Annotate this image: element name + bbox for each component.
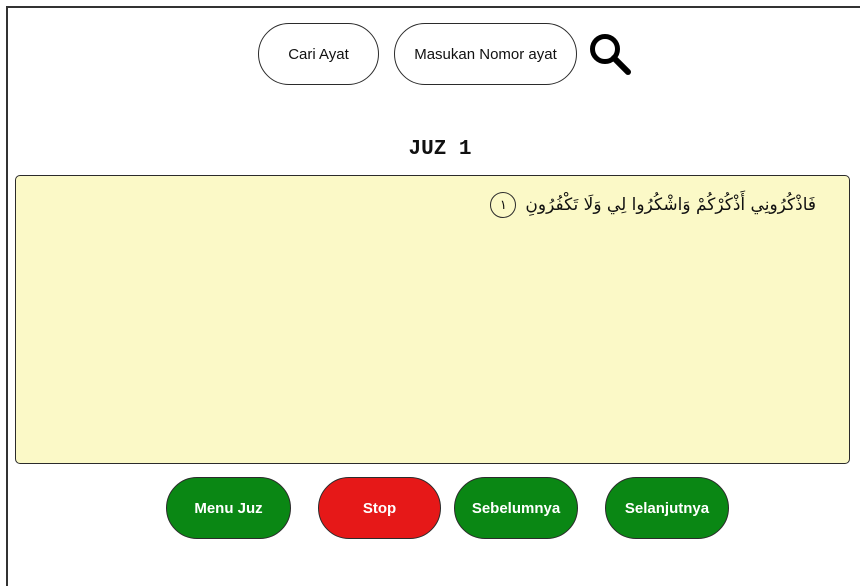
next-label: Selanjutnya (624, 499, 710, 517)
juz-title: JUZ 1 (408, 138, 472, 161)
verse-text: فَاذْكُرُونِي أَذْكُرْكُمْ وَاشْكُرُوا ل… (525, 195, 816, 215)
next-button[interactable]: Selanjutnya (605, 477, 729, 539)
verse-line: ١ فَاذْكُرُونِي أَذْكُرْكُمْ وَاشْكُرُوا… (490, 192, 816, 218)
ayah-number-marker: ١ (490, 192, 517, 218)
previous-button[interactable]: Sebelumnya (454, 477, 578, 539)
search-mode-button[interactable]: Cari Ayat (258, 23, 379, 85)
verse-panel (15, 175, 850, 464)
search-mode-label: Cari Ayat (288, 45, 349, 63)
verse-number-placeholder: Masukan Nomor ayat (414, 45, 557, 63)
menu-juz-label: Menu Juz (194, 499, 263, 517)
menu-juz-button[interactable]: Menu Juz (166, 477, 291, 539)
search-icon[interactable] (586, 30, 634, 78)
stop-button[interactable]: Stop (318, 477, 441, 539)
previous-label: Sebelumnya (471, 499, 561, 517)
stop-label: Stop (362, 499, 397, 517)
verse-number-input[interactable]: Masukan Nomor ayat (394, 23, 577, 85)
